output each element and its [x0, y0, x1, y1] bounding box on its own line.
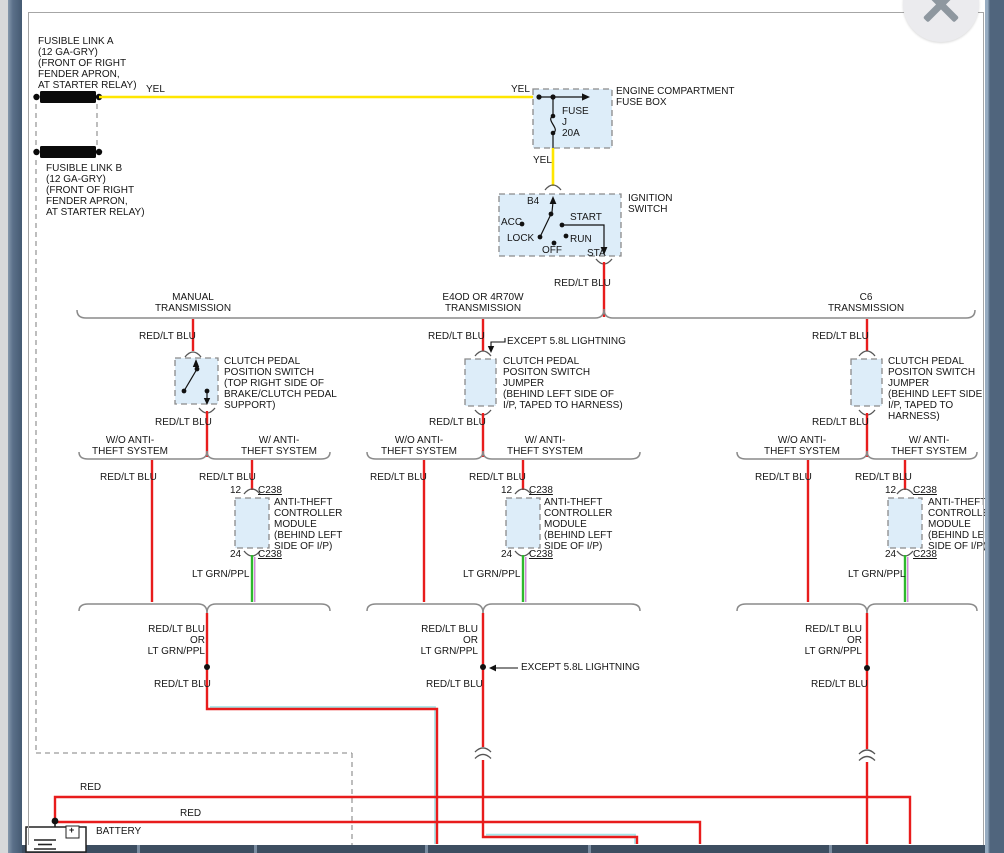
position-start-label: START	[570, 212, 602, 223]
ignition-switch-title: IGNITION SWITCH	[628, 193, 672, 215]
terminal-b4-label: B4	[527, 196, 539, 207]
connector-c238-label: C238	[258, 485, 282, 496]
fuse-label: FUSE J 20A	[562, 106, 589, 139]
wire-label-red: RED	[180, 808, 201, 819]
pin-24-label: 24	[501, 549, 512, 560]
wire-label-yel: YEL	[533, 155, 552, 166]
wo-anti-theft-header: W/O ANTI- THEFT SYSTEM	[756, 435, 848, 457]
fusible-links	[33, 91, 102, 158]
position-run-label: RUN	[570, 234, 592, 245]
manual-transmission-header: MANUAL TRANSMISSION	[143, 292, 243, 314]
wire-label-red-lt-blu: RED/LT BLU	[812, 417, 869, 428]
position-acc-label: ACC	[501, 217, 522, 228]
battery-circuit	[26, 797, 910, 852]
anti-theft-module-box	[888, 498, 922, 548]
clutch-position-switch-label: CLUTCH PEDAL POSITION SWITCH (TOP RIGHT …	[224, 356, 337, 411]
pin-12-label: 12	[885, 485, 896, 496]
connector-c238-label: C238	[258, 549, 282, 560]
except-lightning-note: EXCEPT 5.8L LIGHTNING	[521, 662, 640, 673]
wire-label-red-lt-blu: RED/LT BLU	[755, 472, 812, 483]
wire-label-or-stack: RED/LT BLU OR LT GRN/PPL	[790, 624, 862, 657]
wire-label-red-lt-blu: RED/LT BLU	[428, 331, 485, 342]
anti-theft-module-label: ANTI-THEFT CONTROLLER MODULE (BEHIND LEF…	[274, 497, 342, 552]
pin-12-label: 12	[230, 485, 241, 496]
window-frame-left	[8, 0, 22, 853]
wire-label-red-lt-blu: RED/LT BLU	[100, 472, 157, 483]
e4od-transmission-header: E4OD OR 4R70W TRANSMISSION	[427, 292, 539, 314]
position-off-label: OFF	[542, 245, 562, 256]
w-anti-theft-header: W/ ANTI- THEFT SYSTEM	[499, 435, 591, 457]
wire-label-red-lt-blu: RED/LT BLU	[469, 472, 526, 483]
wire-label-lt-grn-ppl: LT GRN/PPL	[848, 569, 905, 580]
battery-plus-sign: +	[69, 825, 74, 836]
wire-label-or-stack: RED/LT BLU OR LT GRN/PPL	[133, 624, 205, 657]
wire-label-red-lt-blu: RED/LT BLU	[855, 472, 912, 483]
wo-anti-theft-header: W/O ANTI- THEFT SYSTEM	[84, 435, 176, 457]
wire-label-red-lt-blu: RED/LT BLU	[154, 679, 211, 690]
connector-c238-label: C238	[913, 549, 937, 560]
wire-label-yel: YEL	[146, 84, 165, 95]
anti-theft-module-label: ANTI-THEFT CONTROLLER MODULE (BEHIND LEF…	[544, 497, 612, 552]
fusible-link-a-label: FUSIBLE LINK A (12 GA-GRY) (FRONT OF RIG…	[38, 36, 137, 91]
pin-24-label: 24	[885, 549, 896, 560]
position-lock-label: LOCK	[507, 233, 534, 244]
wire-label-red-lt-blu: RED/LT BLU	[139, 331, 196, 342]
clutch-jumper-box	[465, 359, 496, 406]
terminal-sta-label: STA	[587, 248, 606, 259]
window-frame-right	[985, 0, 1004, 853]
page-border-right	[983, 12, 984, 845]
pin-24-label: 24	[230, 549, 241, 560]
wire-label-red-lt-blu: RED/LT BLU	[811, 679, 868, 690]
page-border-left	[28, 12, 29, 845]
wiring-diagram-viewer: FUSIBLE LINK A (12 GA-GRY) (FRONT OF RIG…	[0, 0, 1004, 853]
anti-theft-module-box	[235, 498, 269, 548]
clutch-jumper-label: CLUTCH PEDAL POSITON SWITCH JUMPER (BEHI…	[503, 356, 623, 411]
wire-label-red-lt-blu: RED/LT BLU	[429, 417, 486, 428]
wire-red-lower	[56, 822, 700, 844]
page-border-top	[28, 12, 984, 13]
anti-theft-module-box	[506, 498, 540, 548]
c6-transmission-header: C6 TRANSMISSION	[816, 292, 916, 314]
connector-c238-label: C238	[529, 485, 553, 496]
wire-label-yel: YEL	[511, 84, 530, 95]
window-edge-left	[0, 0, 8, 853]
wire-label-red: RED	[80, 782, 101, 793]
connector-c238-label: C238	[913, 485, 937, 496]
pin-12-label: 12	[501, 485, 512, 496]
fusible-link-b-label: FUSIBLE LINK B (12 GA-GRY) (FRONT OF RIG…	[46, 163, 145, 218]
yellow-feed-wire	[99, 97, 553, 186]
battery-label: BATTERY	[96, 826, 141, 837]
wire-label-red-lt-blu: RED/LT BLU	[426, 679, 483, 690]
wire-label-lt-grn-ppl: LT GRN/PPL	[463, 569, 520, 580]
wire-label-red-lt-blu: RED/LT BLU	[155, 417, 212, 428]
fuse-box	[533, 89, 612, 190]
wire-label-red-lt-blu: RED/LT BLU	[199, 472, 256, 483]
wire-label-lt-grn-ppl: LT GRN/PPL	[192, 569, 249, 580]
w-anti-theft-header: W/ ANTI- THEFT SYSTEM	[233, 435, 325, 457]
wire-label-red-lt-blu: RED/LT BLU	[812, 331, 869, 342]
highlight-trace	[210, 707, 435, 844]
except-lightning-note: EXCEPT 5.8L LIGHTNING	[507, 336, 626, 347]
clutch-jumper-box	[851, 359, 882, 406]
wo-anti-theft-header: W/O ANTI- THEFT SYSTEM	[373, 435, 465, 457]
connector-c238-label: C238	[529, 549, 553, 560]
wire-label-red-lt-blu: RED/LT BLU	[554, 278, 611, 289]
w-anti-theft-header: W/ ANTI- THEFT SYSTEM	[883, 435, 975, 457]
wire-label-red-lt-blu: RED/LT BLU	[370, 472, 427, 483]
fuse-box-title: ENGINE COMPARTMENT FUSE BOX	[616, 86, 735, 108]
wire-label-or-stack: RED/LT BLU OR LT GRN/PPL	[406, 624, 478, 657]
